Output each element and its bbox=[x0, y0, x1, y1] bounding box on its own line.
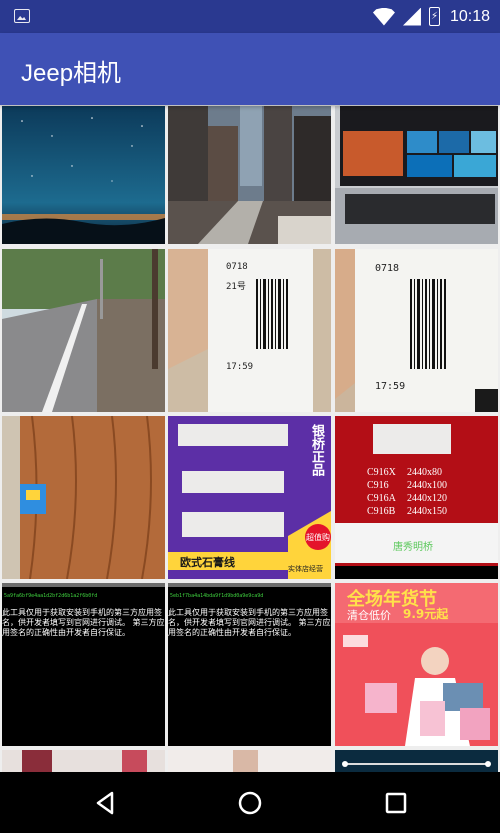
ad-badge: 超值购 bbox=[306, 533, 330, 542]
back-button[interactable] bbox=[88, 786, 122, 820]
image-notification-icon bbox=[14, 9, 30, 23]
dark-video-thumb[interactable] bbox=[335, 750, 498, 772]
svg-text:17:59: 17:59 bbox=[375, 381, 405, 392]
terminal-hash: 5a9fa6bf9e4aa1d2bf2d6b1a2f6b0fd bbox=[4, 593, 98, 599]
terminal-topbar bbox=[2, 583, 165, 587]
fashion-photo-2[interactable] bbox=[168, 750, 331, 772]
molding-spec-ad[interactable]: C916X 2440x80 C916 2440x100 C916A 2440x120 … bbox=[335, 416, 498, 579]
status-bar: ⚡ 10:18 bbox=[0, 0, 500, 33]
roadside-photo[interactable] bbox=[2, 249, 165, 412]
city-street-photo[interactable] bbox=[168, 106, 331, 244]
svg-text:21号: 21号 bbox=[226, 281, 246, 292]
terminal-text: 此工具仅用于获取安装到手机的第三方应用签名，供开发者填写到官网进行调试。 第三方… bbox=[2, 608, 165, 637]
photo-grid[interactable]: 0718 21号 17:59 0718 17:59 银桥正品 超值购 欧式石膏线… bbox=[0, 105, 500, 772]
navigation-bar bbox=[0, 772, 500, 833]
home-icon bbox=[238, 791, 262, 815]
svg-text:17:59: 17:59 bbox=[226, 362, 253, 372]
spec-row: C916A 2440x120 bbox=[367, 493, 447, 504]
home-button[interactable] bbox=[233, 786, 267, 820]
plaster-molding-ad[interactable]: 银桥正品 超值购 欧式石膏线 实体店经营 bbox=[168, 416, 331, 579]
status-time: 10:18 bbox=[449, 7, 490, 25]
terminal-topbar bbox=[168, 583, 331, 587]
receipt-photo-2[interactable]: 0718 17:59 bbox=[335, 249, 498, 412]
terminal-screenshot-2[interactable]: 5eb1f7ba4a14bda9f1d9bd0a9e9ca9d 此工具仅用于获取… bbox=[168, 583, 331, 746]
cell-signal-icon bbox=[402, 7, 421, 26]
app-title: Jeep相机 bbox=[21, 60, 122, 87]
terminal-text: 此工具仅用于获取安装到手机的第三方应用签名，供开发者填写到官网进行调试。 第三方… bbox=[168, 608, 331, 637]
wood-door-photo[interactable] bbox=[2, 416, 165, 579]
spec-table: C916X 2440x80 C916 2440x100 C916A 2440x120 … bbox=[367, 466, 447, 518]
spec-row: C916X 2440x80 bbox=[367, 467, 442, 478]
wifi-icon bbox=[372, 7, 395, 26]
starry-night-photo[interactable] bbox=[2, 106, 165, 244]
ad-price: 9.9元起 bbox=[403, 607, 449, 621]
spec-row: C916B 2440x150 bbox=[367, 506, 447, 517]
laptop-photo[interactable] bbox=[335, 106, 498, 244]
ad-footer: 欧式石膏线 bbox=[180, 556, 235, 569]
back-icon bbox=[96, 791, 114, 815]
app-bar: Jeep相机 bbox=[0, 33, 500, 105]
svg-text:0718: 0718 bbox=[226, 262, 248, 272]
receipt-photo-1[interactable]: 0718 21号 17:59 bbox=[168, 249, 331, 412]
shopping-ad[interactable]: 全场年货节 清仓低价 9.9元起 bbox=[335, 583, 498, 746]
fashion-photo-1[interactable] bbox=[2, 750, 165, 772]
svg-text:0718: 0718 bbox=[375, 263, 399, 274]
terminal-hash: 5eb1f7ba4a14bda9f1d9bd0a9e9ca9d bbox=[170, 593, 264, 599]
ad-side-text: 银桥正品 bbox=[309, 424, 324, 476]
ad-footer-right: 实体店经营 bbox=[288, 565, 323, 573]
recents-button[interactable] bbox=[379, 786, 413, 820]
ad-subline: 清仓低价 bbox=[347, 609, 391, 622]
battery-icon: ⚡ bbox=[428, 7, 440, 26]
spec-brand: 唐秀明桥 bbox=[393, 542, 433, 553]
recents-icon bbox=[385, 792, 407, 814]
spec-row: C916 2440x100 bbox=[367, 480, 447, 491]
terminal-screenshot-1[interactable]: 5a9fa6bf9e4aa1d2bf2d6b1a2f6b0fd 此工具仅用于获取… bbox=[2, 583, 165, 746]
